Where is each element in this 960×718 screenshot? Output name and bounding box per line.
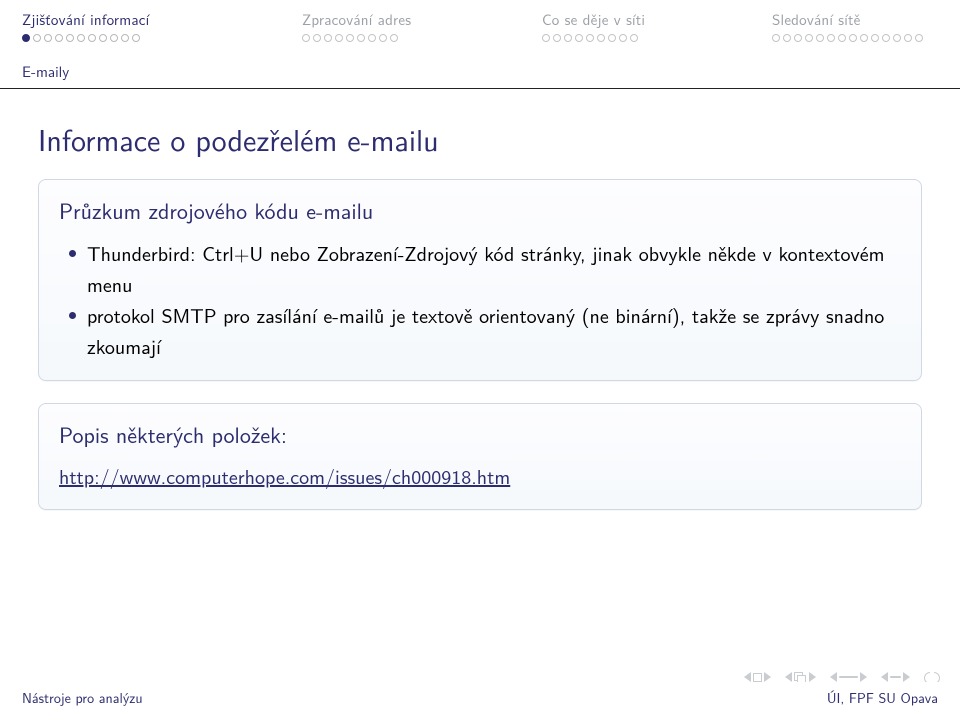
list-item: Thunderbird: Ctrl+U nebo Zobrazení-Zdroj… xyxy=(65,238,901,300)
nav-dot[interactable] xyxy=(542,34,550,42)
block-title: Průzkum zdrojového kódu e-mailu xyxy=(59,194,901,226)
nav-dot[interactable] xyxy=(827,34,835,42)
nav-dot[interactable] xyxy=(838,34,846,42)
nav-dot[interactable] xyxy=(893,34,901,42)
block-source-inspection: Průzkum zdrojového kódu e-mailu Thunderb… xyxy=(38,179,922,381)
nav-section[interactable]: Co se děje v síti xyxy=(542,8,772,42)
nav-dot[interactable] xyxy=(553,34,561,42)
nav-dot[interactable] xyxy=(816,34,824,42)
nav-dot[interactable] xyxy=(564,34,572,42)
nav-dot[interactable] xyxy=(904,34,912,42)
nav-progress-dots xyxy=(772,34,923,42)
footer: Nástroje pro analýzu ÚI, FPF SU Opava xyxy=(0,682,960,718)
nav-dot[interactable] xyxy=(77,34,85,42)
nav-dot[interactable] xyxy=(794,34,802,42)
block-title: Popis některých položek: xyxy=(59,418,901,450)
nav-dot[interactable] xyxy=(849,34,857,42)
nav-dot[interactable] xyxy=(860,34,868,42)
nav-dot[interactable] xyxy=(379,34,387,42)
nav-dot[interactable] xyxy=(882,34,890,42)
nav-section[interactable]: Zpracování adres xyxy=(302,8,542,42)
nav-section[interactable]: Zjišťování informací xyxy=(22,8,302,42)
nav-dot[interactable] xyxy=(88,34,96,42)
nav-progress-dots xyxy=(302,34,398,42)
nav-dot[interactable] xyxy=(368,34,376,42)
nav-dot[interactable] xyxy=(575,34,583,42)
nav-dot[interactable] xyxy=(772,34,780,42)
nav-dot[interactable] xyxy=(110,34,118,42)
nav-dot[interactable] xyxy=(619,34,627,42)
nav-dot[interactable] xyxy=(99,34,107,42)
nav-dot[interactable] xyxy=(346,34,354,42)
nav-dot[interactable] xyxy=(630,34,638,42)
nav-progress-dots xyxy=(542,34,638,42)
nav-dot[interactable] xyxy=(805,34,813,42)
bullet-list: Thunderbird: Ctrl+U nebo Zobrazení-Zdroj… xyxy=(59,238,901,362)
nav-dot[interactable] xyxy=(55,34,63,42)
nav-dot[interactable] xyxy=(608,34,616,42)
slide-title: Informace o podezřelém e-mailu xyxy=(0,89,960,161)
nav-dot[interactable] xyxy=(44,34,52,42)
slide: Zjišťování informací Zpracování adres Co s… xyxy=(0,0,960,718)
nav-dot[interactable] xyxy=(313,34,321,42)
nav-section-label: Zjišťování informací xyxy=(22,8,149,30)
nav-dot[interactable] xyxy=(302,34,310,42)
block-field-description: Popis některých položek: http://www.comp… xyxy=(38,403,922,510)
section-nav: Zjišťování informací Zpracování adres Co s… xyxy=(0,0,960,42)
nav-next-section-icon[interactable] xyxy=(881,672,910,682)
nav-section-label: Zpracování adres xyxy=(302,8,411,30)
slide-content: Průzkum zdrojového kódu e-mailu Thunderb… xyxy=(0,161,960,510)
nav-prev-frame-icon[interactable] xyxy=(785,672,816,683)
nav-dot[interactable] xyxy=(357,34,365,42)
nav-dot[interactable] xyxy=(335,34,343,42)
nav-section[interactable]: Sledování sítě xyxy=(772,8,938,42)
nav-dot[interactable] xyxy=(132,34,140,42)
nav-dot[interactable] xyxy=(121,34,129,42)
nav-progress-dots xyxy=(22,34,140,42)
subsection-label: E-maily xyxy=(0,42,960,82)
footer-right: ÚI, FPF SU Opava xyxy=(827,688,938,708)
nav-dot[interactable] xyxy=(871,34,879,42)
footer-left: Nástroje pro analýzu xyxy=(22,688,143,708)
reference-link[interactable]: http://www.computerhope.com/issues/ch000… xyxy=(59,462,510,491)
nav-dot[interactable] xyxy=(783,34,791,42)
nav-dot[interactable] xyxy=(586,34,594,42)
nav-section-label: Sledování sítě xyxy=(772,8,861,30)
list-item: protokol SMTP pro zasílání e-mailů je te… xyxy=(65,300,901,362)
nav-prev-section-icon[interactable] xyxy=(830,672,867,682)
nav-dot[interactable] xyxy=(22,34,30,42)
nav-dot[interactable] xyxy=(66,34,74,42)
nav-section-label: Co se děje v síti xyxy=(542,8,645,30)
nav-dot[interactable] xyxy=(915,34,923,42)
nav-dot[interactable] xyxy=(33,34,41,42)
nav-dot[interactable] xyxy=(597,34,605,42)
nav-dot[interactable] xyxy=(390,34,398,42)
nav-dot[interactable] xyxy=(324,34,332,42)
nav-prev-slide-icon[interactable] xyxy=(744,672,771,682)
